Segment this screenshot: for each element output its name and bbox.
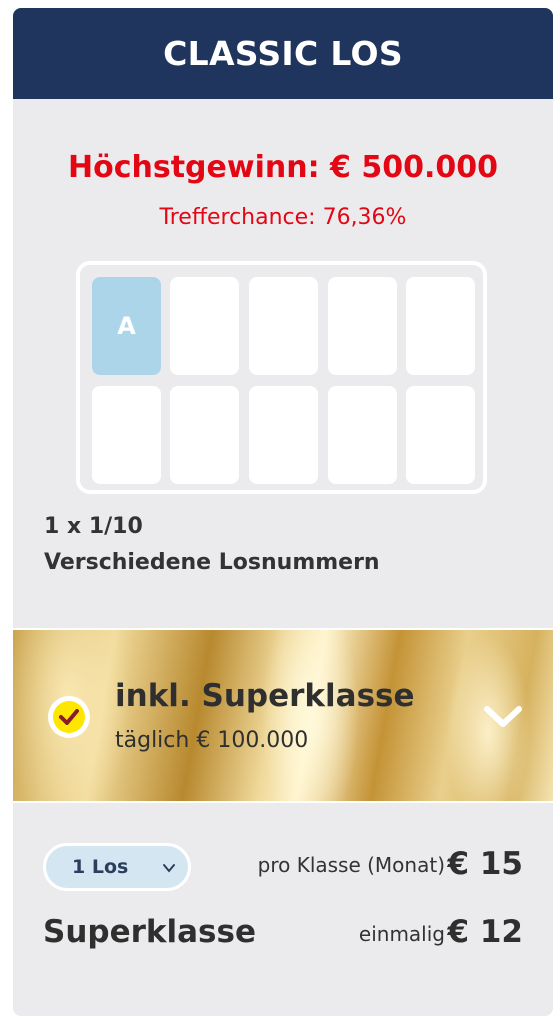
classic-los-card: CLASSIC LOS Höchstgewinn: € 500.000 Tref… xyxy=(13,8,553,1016)
quantity-select[interactable]: 1 Los xyxy=(43,843,191,891)
ticket-cell[interactable] xyxy=(170,386,239,484)
quantity-select-value: 1 Los xyxy=(72,856,129,878)
checkmark-icon xyxy=(59,709,79,725)
win-chance-text: Trefferchance: 76,36% xyxy=(159,205,407,230)
ticket-grid: A xyxy=(76,261,487,494)
ticket-cell[interactable] xyxy=(92,386,161,484)
card-title: CLASSIC LOS xyxy=(163,34,403,73)
superklasse-option[interactable]: inkl. Superklasse täglich € 100.000 xyxy=(13,628,553,803)
ticket-cell[interactable] xyxy=(170,277,239,375)
ticket-cell[interactable] xyxy=(406,386,475,484)
per-class-price: € 15 xyxy=(447,846,523,882)
once-label: einmalig xyxy=(358,922,445,946)
superklasse-price-label: Superklasse xyxy=(43,914,256,950)
max-win-text: Höchstgewinn: € 500.000 xyxy=(68,150,498,185)
ticket-numbers-info: Verschiedene Losnummern xyxy=(44,550,380,575)
chevron-down-icon xyxy=(484,706,522,727)
ticket-cell-label: A xyxy=(117,312,136,340)
select-chevron-down-icon xyxy=(162,858,176,880)
ticket-cell[interactable] xyxy=(406,277,475,375)
ticket-cell-selected[interactable]: A xyxy=(92,277,161,375)
superklasse-checkbox[interactable] xyxy=(48,696,90,738)
ticket-cell[interactable] xyxy=(249,386,318,484)
expand-toggle[interactable] xyxy=(483,704,523,734)
per-class-label: pro Klasse (Monat) xyxy=(257,853,445,877)
ticket-cell[interactable] xyxy=(328,277,397,375)
ticket-cell[interactable] xyxy=(249,277,318,375)
ticket-cell[interactable] xyxy=(328,386,397,484)
superklasse-subtitle: täglich € 100.000 xyxy=(115,728,309,753)
card-header: CLASSIC LOS xyxy=(13,8,553,99)
superklasse-title: inkl. Superklasse xyxy=(115,678,415,714)
ticket-quantity-info: 1 x 1/10 xyxy=(44,514,143,539)
once-price: € 12 xyxy=(447,914,523,950)
